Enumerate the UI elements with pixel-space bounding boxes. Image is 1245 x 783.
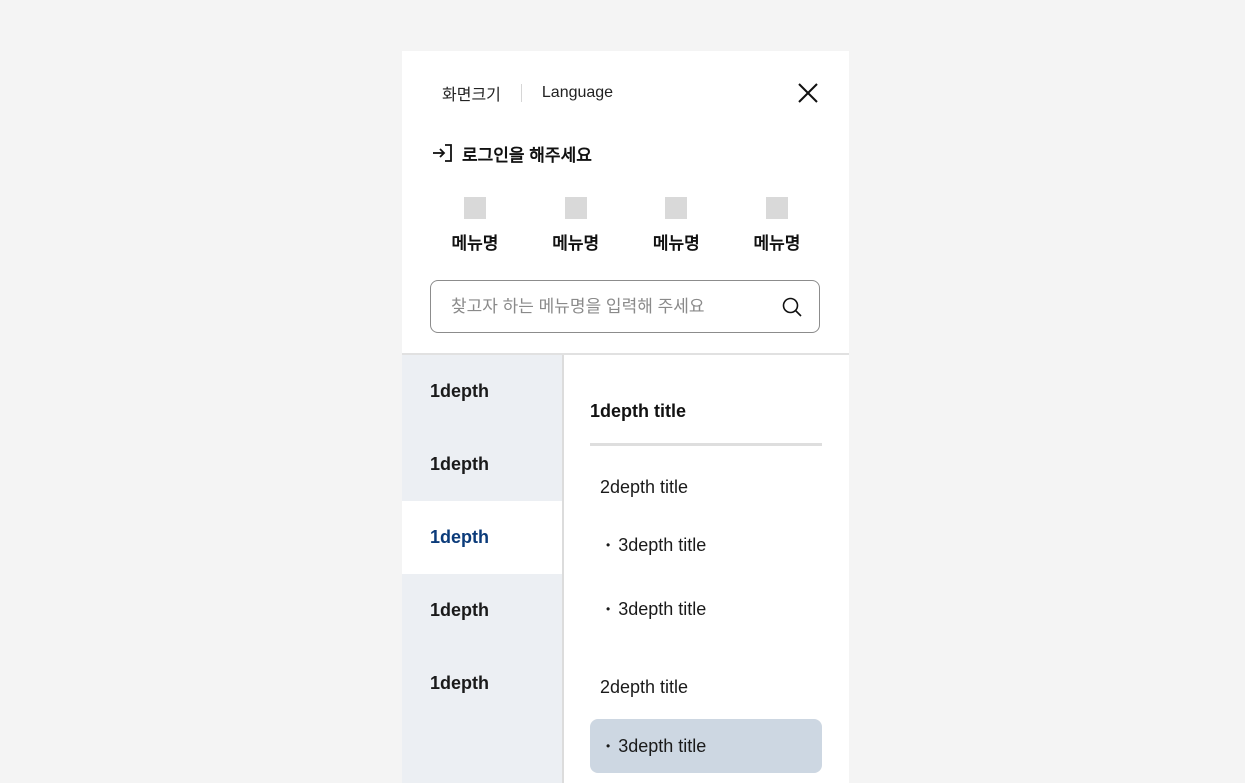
quick-menu-item[interactable]: 메뉴명 [531, 197, 621, 254]
menu-placeholder-icon [765, 197, 788, 219]
depth3-label: 3depth title [618, 736, 707, 756]
login-icon [433, 144, 452, 162]
depth1-list: 1depth 1depth 1depth 1depth 1depth [402, 355, 564, 783]
quick-menu-label: 메뉴명 [552, 234, 600, 253]
quick-menu: 메뉴명 메뉴명 메뉴명 메뉴명 [430, 197, 822, 254]
depth1-item[interactable]: 1depth [402, 355, 562, 428]
menu-placeholder-icon [464, 197, 486, 219]
mobile-menu-panel: 화면크기 Language 로그인을 해주세요 메뉴명 메뉴명 메뉴명 메뉴명 … [402, 51, 849, 783]
search-input[interactable] [449, 295, 781, 318]
submenu-content: 1depth title 2depth title • 3depth title … [590, 355, 822, 773]
depth1-item[interactable]: 1depth [402, 574, 562, 647]
bullet-icon: • [606, 739, 611, 753]
title-divider [590, 443, 822, 446]
menu-navigation: 1depth 1depth 1depth 1depth 1depth 1dept… [402, 353, 849, 783]
quick-menu-item[interactable]: 메뉴명 [631, 197, 721, 254]
search-icon[interactable] [781, 296, 803, 318]
login-link[interactable]: 로그인을 해주세요 [432, 141, 592, 165]
depth3-item[interactable]: • 3depth title [590, 582, 822, 636]
close-button[interactable] [794, 79, 822, 107]
utility-bar: 화면크기 Language [442, 81, 613, 105]
search-box [430, 280, 820, 333]
quick-menu-item[interactable]: 메뉴명 [430, 197, 520, 254]
depth3-label: 3depth title [618, 535, 707, 555]
depth1-title: 1depth title [590, 401, 687, 421]
close-icon [798, 83, 818, 103]
quick-menu-item[interactable]: 메뉴명 [732, 197, 822, 254]
depth2-title[interactable]: 2depth title [590, 672, 822, 702]
depth2-title[interactable]: 2depth title [590, 472, 822, 502]
depth1-item-active[interactable]: 1depth [402, 501, 562, 574]
quick-menu-label: 메뉴명 [451, 234, 499, 253]
language-link[interactable]: Language [542, 84, 613, 102]
utility-divider [520, 84, 522, 102]
bullet-icon: • [606, 538, 611, 552]
depth3-item-selected[interactable]: • 3depth title [590, 719, 822, 773]
login-label: 로그인을 해주세요 [462, 145, 592, 165]
menu-placeholder-icon [564, 197, 587, 219]
bullet-icon: • [606, 602, 611, 616]
depth1-item[interactable]: 1depth [402, 428, 562, 501]
depth1-item[interactable]: 1depth [402, 647, 562, 720]
quick-menu-label: 메뉴명 [753, 234, 801, 253]
depth3-item[interactable]: • 3depth title [590, 518, 822, 572]
screen-size-link[interactable]: 화면크기 [442, 81, 501, 105]
menu-placeholder-icon [665, 197, 688, 219]
depth3-label: 3depth title [618, 599, 707, 619]
quick-menu-label: 메뉴명 [652, 234, 700, 253]
